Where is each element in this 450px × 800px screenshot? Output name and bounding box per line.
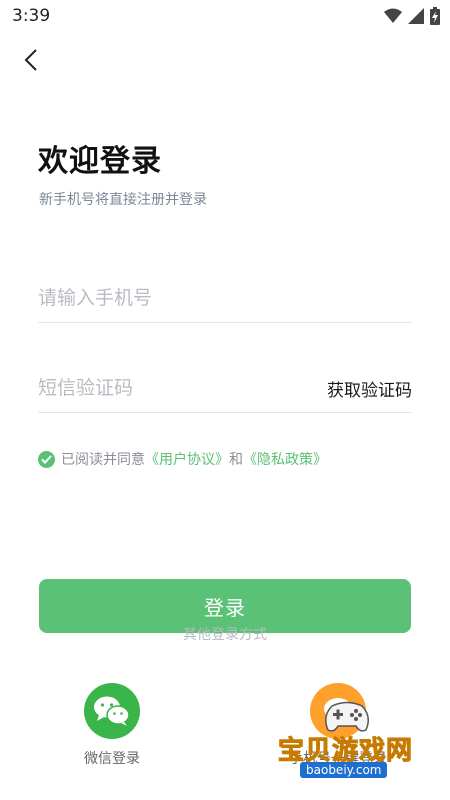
- get-code-button[interactable]: 获取验证码: [327, 376, 412, 401]
- phone-input[interactable]: [38, 280, 308, 316]
- gamepad-icon: [325, 701, 369, 732]
- wechat-login-label: 微信登录: [84, 751, 140, 767]
- agreement-row: 已阅读并同意 《用户协议》 和 《隐私政策》: [38, 449, 327, 469]
- phone-field: [38, 272, 412, 323]
- signal-icon: [408, 8, 424, 24]
- wifi-icon: [384, 8, 402, 23]
- sms-code-input[interactable]: [38, 370, 308, 406]
- sms-field: 获取验证码: [38, 362, 412, 413]
- agreement-prefix: 已阅读并同意: [61, 452, 145, 468]
- wechat-icon: [94, 696, 130, 726]
- page-title: 欢迎登录: [38, 144, 162, 179]
- other-login-label: 其他登录方式: [183, 627, 267, 643]
- status-time: 3:39: [12, 6, 51, 26]
- privacy-policy-link[interactable]: 《隐私政策》: [243, 449, 327, 469]
- user-agreement-link[interactable]: 《用户协议》: [145, 449, 229, 469]
- wechat-login-button[interactable]: [84, 683, 140, 739]
- agreement-checkbox[interactable]: [38, 450, 55, 468]
- chevron-left-icon: [24, 49, 37, 71]
- watermark-domain: baobeiy.com: [300, 762, 388, 778]
- status-bar: 3:39: [0, 0, 450, 34]
- status-icons: [384, 6, 440, 26]
- checkmark-icon: [41, 454, 52, 464]
- battery-charging-icon: [430, 7, 440, 25]
- back-button[interactable]: [16, 44, 46, 76]
- watermark: 宝贝游戏网 baobeiy.com: [270, 700, 440, 780]
- agreement-and: 和: [229, 452, 243, 468]
- login-button-label: 登录: [204, 595, 246, 620]
- page-subtitle: 新手机号将直接注册并登录: [39, 192, 207, 208]
